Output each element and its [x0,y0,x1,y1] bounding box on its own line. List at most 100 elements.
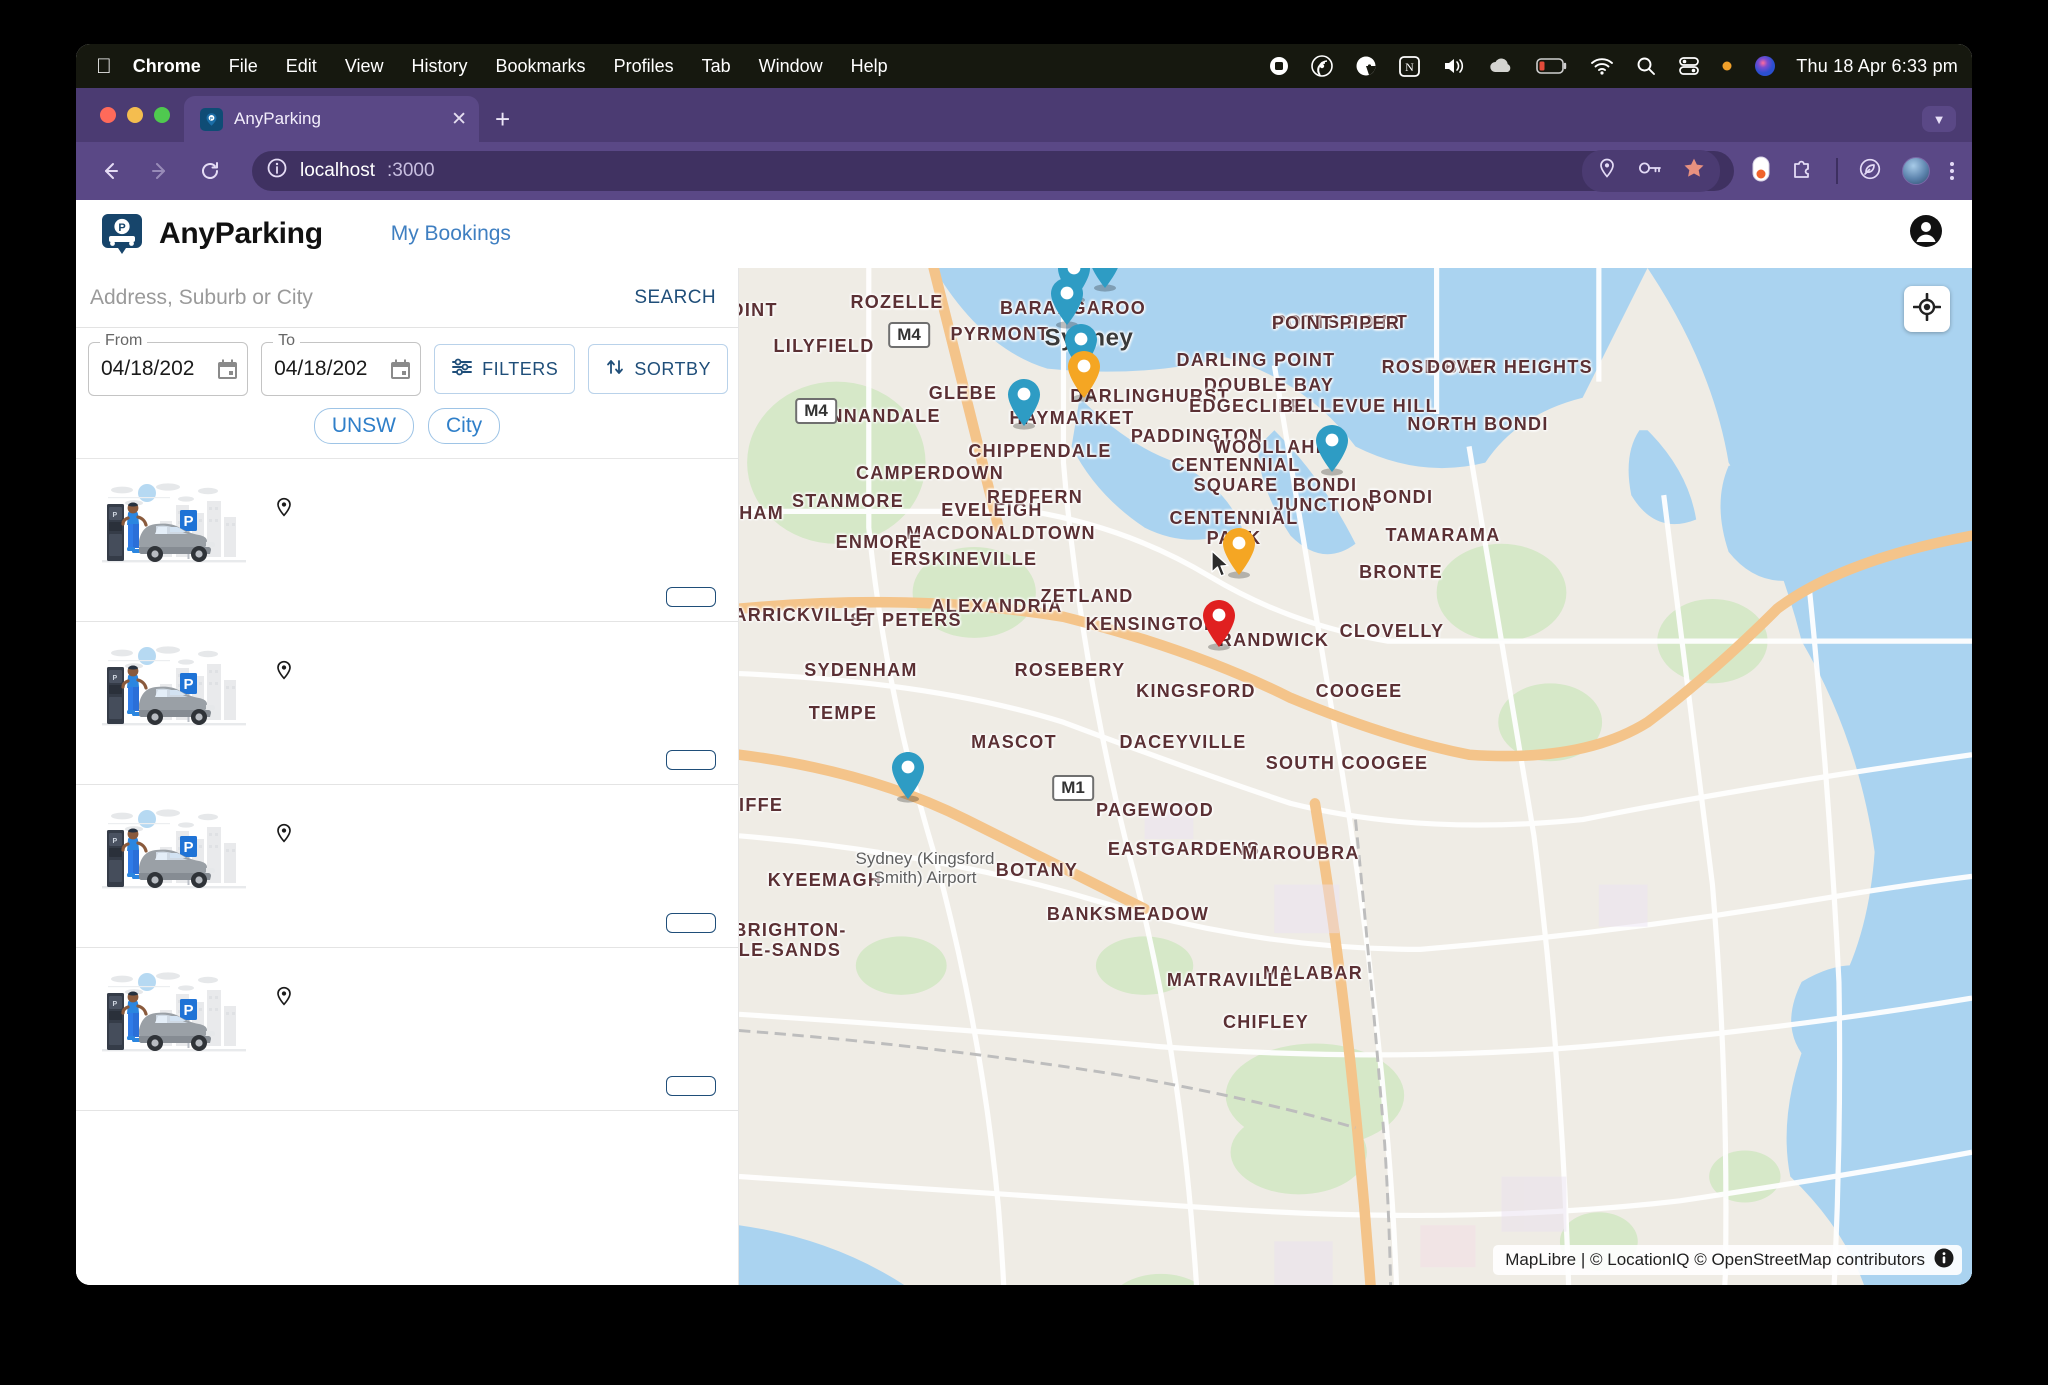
map-label: TAMARAMA [1385,524,1501,545]
extensions-puzzle-icon[interactable] [1790,156,1816,187]
maximize-window-button[interactable] [154,107,170,123]
sortby-button[interactable]: SORTBY [588,344,728,394]
menu-item-help[interactable]: Help [851,56,888,77]
map-marker-teal[interactable] [1311,422,1353,483]
close-window-button[interactable] [100,107,116,123]
reload-icon[interactable] [194,155,226,187]
date-from-field[interactable]: From 04/18/202 [88,332,249,396]
menu-item-profiles[interactable]: Profiles [614,56,674,77]
details-button[interactable] [666,750,716,770]
map-label: MARRICKVILLE [739,604,869,625]
close-icon[interactable]: ✕ [451,110,467,129]
listing-address [274,660,716,686]
menu-item-history[interactable]: History [412,56,468,77]
kebab-menu-icon[interactable] [1950,162,1954,180]
menu-item-file[interactable]: File [229,56,258,77]
listing-card[interactable]: P P [76,459,738,622]
info-icon[interactable] [266,157,288,185]
page-content: P AnyParking My Bookings SEARCH [76,200,1972,1285]
menubar-clock[interactable]: Thu 18 Apr 6:33 pm [1796,56,1958,77]
map-marker-teal[interactable] [1084,268,1126,299]
menu-item-tab[interactable]: Tab [702,56,731,77]
map-attribution-text[interactable]: MapLibre | © LocationIQ © OpenStreetMap … [1505,1250,1925,1270]
map-label: PAGEWOOD [1095,799,1215,820]
date-to-label: To [273,332,300,350]
toggle-icon[interactable] [1752,156,1770,187]
cloud-icon[interactable] [1488,57,1514,75]
listing-card[interactable]: P P [76,785,738,948]
map-label: SOUTH COOGEE [1265,752,1429,773]
date-to-field[interactable]: To 04/18/202 [261,332,422,396]
browser-window:  Chrome File Edit View History Bookmark… [76,44,1972,1285]
search-icon[interactable] [1636,56,1656,76]
volume-icon[interactable] [1442,56,1466,76]
chevron-down-icon[interactable]: ▼ [1922,106,1956,132]
menu-item-bookmarks[interactable]: Bookmarks [496,56,586,77]
bittorrent-icon[interactable] [1311,55,1334,77]
svg-text:P: P [113,512,118,519]
calendar-icon[interactable] [216,358,239,381]
map-label: CHIFLEY [1222,1011,1310,1032]
browser-tab-title: AnyParking [234,109,321,128]
forward-arrow-icon[interactable] [144,155,176,187]
nav-my-bookings[interactable]: My Bookings [391,222,511,246]
battery-icon[interactable] [1536,57,1568,75]
back-arrow-icon[interactable] [94,155,126,187]
brand[interactable]: P AnyParking [98,210,323,258]
chip-unsw[interactable]: UNSW [313,408,414,444]
map-marker-teal[interactable] [1003,376,1045,437]
omnibox[interactable]: localhost:3000 [252,150,1734,192]
svg-text:P: P [183,1002,193,1019]
notion-icon[interactable]: N [1399,55,1421,77]
location-pin-icon [277,823,291,843]
profile-avatar[interactable] [1902,157,1930,185]
map-view[interactable]: BARANGAROOPOTTS POINTPOINT PIPERROZELLEP… [739,268,1972,1285]
geolocate-button[interactable] [1904,286,1950,332]
pie-icon[interactable] [1355,55,1377,77]
search-button[interactable]: SEARCH [634,287,716,309]
menu-item-view[interactable]: View [345,56,384,77]
search-input[interactable] [90,285,635,310]
map-label: CHIPPENDALE [968,440,1112,461]
svg-text:P: P [183,676,193,693]
minimize-window-button[interactable] [127,107,143,123]
apple-icon[interactable]:  [96,56,112,77]
map-marker-orange[interactable] [1063,348,1105,409]
browser-tab-anyparking[interactable]: P AnyParking ✕ [184,96,479,142]
filters-button[interactable]: FILTERS [434,344,576,394]
wifi-icon[interactable] [1590,57,1614,75]
bookmark-star-icon[interactable] [1682,156,1706,186]
map-label: POINT PIPER [1271,312,1401,333]
map-label: BANKSMEADOW [1046,903,1210,924]
listing-card[interactable]: P P [76,622,738,785]
listing-card[interactable]: P P [76,948,738,1111]
road-shield: M4 [888,322,930,348]
info-circle-icon[interactable] [1934,1248,1954,1273]
map-marker-teal[interactable] [887,749,929,810]
map-label: POINT [739,299,778,320]
listing-card-text [274,966,716,1062]
menu-item-edit[interactable]: Edit [286,56,317,77]
chip-city[interactable]: City [428,408,501,444]
location-pin-icon[interactable] [1596,157,1618,185]
details-button[interactable] [666,913,716,933]
record-icon[interactable] [1269,56,1289,76]
details-button[interactable] [666,587,716,607]
parking-illustration: P P [98,640,250,736]
menu-item-window[interactable]: Window [759,56,823,77]
account-circle-icon[interactable] [1908,213,1944,254]
menu-item-chrome[interactable]: Chrome [133,56,201,77]
siri-icon[interactable] [1754,55,1776,77]
menubar-tray: N [1269,55,1776,77]
toolbar-divider [1836,158,1838,184]
location-pin-icon [277,660,291,680]
map-marker-red[interactable] [1198,597,1240,658]
control-center-icon[interactable] [1678,56,1700,76]
calendar-icon[interactable] [389,358,412,381]
map-label: ROSEBERY [1014,659,1126,680]
plus-icon[interactable]: + [479,106,526,142]
key-icon[interactable] [1638,159,1662,183]
details-button[interactable] [666,1076,716,1096]
results-panel: SEARCH From 04/18/202 To 04/18/202 [76,268,739,1285]
leaf-icon[interactable] [1858,157,1882,186]
